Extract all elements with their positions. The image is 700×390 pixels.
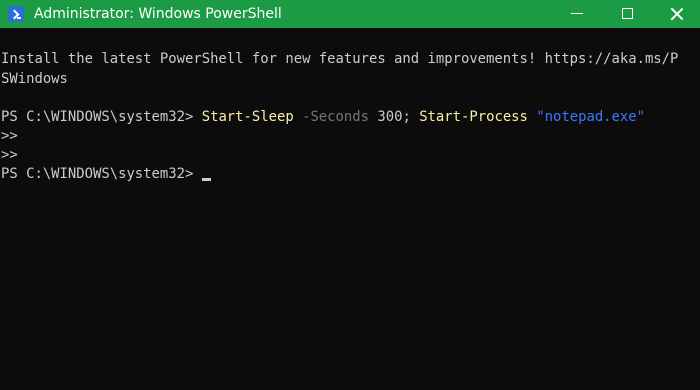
minimize-icon	[571, 13, 583, 14]
parameter-value: 300;	[369, 109, 420, 125]
banner-line-1: Install the latest PowerShell for new fe…	[1, 51, 679, 67]
powershell-window: Administrator: Windows PowerShell Instal…	[0, 0, 700, 390]
powershell-icon	[8, 6, 24, 22]
command-start-sleep: Start-Sleep	[201, 109, 294, 125]
maximize-icon	[622, 8, 633, 19]
maximize-button[interactable]	[604, 0, 650, 28]
close-icon	[670, 7, 684, 21]
window-title: Administrator: Windows PowerShell	[34, 6, 282, 22]
command-line: PS C:\WINDOWS\system32> Start-Sleep -Sec…	[1, 107, 645, 127]
title-bar[interactable]: Administrator: Windows PowerShell	[0, 0, 700, 28]
active-prompt-line[interactable]: PS C:\WINDOWS\system32>	[1, 164, 211, 184]
final-prompt-text: PS C:\WINDOWS\system32>	[1, 166, 202, 182]
continuation-line-1: >>	[1, 128, 18, 144]
console-output[interactable]: Install the latest PowerShell for new fe…	[0, 28, 700, 390]
banner-line-2: SWindows	[1, 71, 68, 87]
close-button[interactable]	[654, 0, 700, 28]
continuation-line-2: >>	[1, 147, 18, 163]
cursor-caret	[201, 178, 211, 181]
argument-string: "notepad.exe"	[536, 109, 645, 125]
prompt-text: PS C:\WINDOWS\system32>	[1, 109, 202, 125]
minimize-button[interactable]	[554, 0, 600, 28]
command-start-process: Start-Process	[419, 109, 528, 125]
parameter-seconds: -Seconds	[293, 109, 369, 125]
